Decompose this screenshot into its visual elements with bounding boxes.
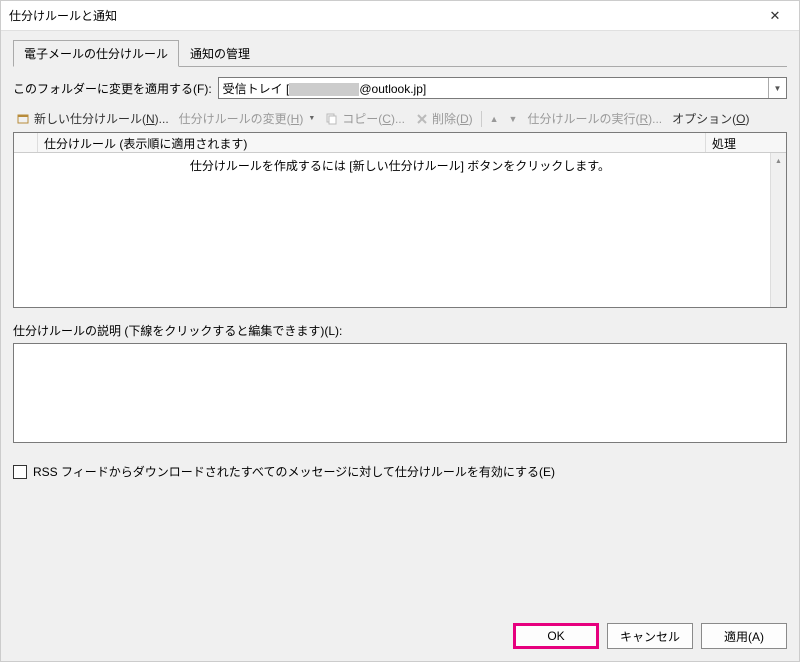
tab-bar: 電子メールの仕分けルール 通知の管理	[13, 39, 787, 67]
tab-label: 電子メールの仕分けルール	[24, 47, 168, 61]
change-rule-label: 仕分けルールの変更(H)	[179, 110, 304, 127]
rules-list: 仕分けルール (表示順に適用されます) 処理 仕分けルールを作成するには [新し…	[13, 132, 787, 308]
triangle-up-icon: ▲	[490, 114, 499, 124]
title-bar: 仕分けルールと通知 ✕	[1, 1, 799, 31]
chevron-down-icon[interactable]: ▼	[768, 78, 786, 98]
footer: OK キャンセル 適用(A)	[13, 531, 787, 649]
tab-notifications[interactable]: 通知の管理	[179, 40, 261, 67]
column-action[interactable]: 処理	[706, 133, 786, 152]
rss-row: RSS フィードからダウンロードされたすべてのメッセージに対して仕分けルールを有…	[13, 463, 787, 480]
ok-button[interactable]: OK	[513, 623, 599, 649]
cancel-button[interactable]: キャンセル	[607, 623, 693, 649]
chevron-down-icon: ▼	[308, 115, 315, 122]
delete-button: 削除(D)	[411, 107, 477, 130]
apply-button[interactable]: 適用(A)	[701, 623, 787, 649]
run-rules-button: 仕分けルールの実行(R)...	[523, 107, 666, 130]
triangle-down-icon: ▼	[509, 114, 518, 124]
toolbar-separator	[481, 111, 482, 127]
redacted-email	[289, 83, 359, 96]
folder-dropdown[interactable]: 受信トレイ [@outlook.jp] ▼	[218, 77, 787, 99]
close-icon: ✕	[770, 8, 781, 24]
new-rule-button[interactable]: 新しい仕分けルール(N)...	[13, 107, 173, 130]
new-rule-icon	[17, 112, 31, 126]
tab-email-rules[interactable]: 電子メールの仕分けルール	[13, 40, 179, 67]
copy-label: コピー(C)...	[342, 110, 405, 127]
close-button[interactable]: ✕	[755, 3, 795, 29]
rss-label[interactable]: RSS フィードからダウンロードされたすべてのメッセージに対して仕分けルールを有…	[33, 463, 555, 480]
copy-icon	[325, 112, 339, 126]
description-label: 仕分けルールの説明 (下線をクリックすると編集できます)(L):	[13, 322, 787, 339]
options-button[interactable]: オプション(O)	[668, 107, 753, 130]
copy-button: コピー(C)...	[321, 107, 409, 130]
scroll-up-icon[interactable]: ▲	[771, 153, 786, 169]
new-rule-label: 新しい仕分けルール(N)...	[34, 110, 169, 127]
column-checkbox[interactable]	[14, 133, 38, 152]
delete-label: 削除(D)	[432, 110, 473, 127]
options-label: オプション(O)	[672, 110, 749, 127]
folder-value: 受信トレイ [@outlook.jp]	[223, 80, 427, 97]
list-body: 仕分けルールを作成するには [新しい仕分けルール] ボタンをクリックします。	[14, 153, 786, 307]
change-rule-button: 仕分けルールの変更(H) ▼	[175, 107, 320, 130]
column-rule[interactable]: 仕分けルール (表示順に適用されます)	[38, 133, 706, 152]
move-down-button: ▼	[505, 111, 522, 127]
rules-dialog: 仕分けルールと通知 ✕ 電子メールの仕分けルール 通知の管理 このフォルダーに変…	[0, 0, 800, 662]
empty-message: 仕分けルールを作成するには [新しい仕分けルール] ボタンをクリックします。	[190, 159, 610, 173]
dialog-title: 仕分けルールと通知	[9, 7, 117, 24]
tab-label: 通知の管理	[190, 47, 250, 61]
folder-label: このフォルダーに変更を適用する(F):	[13, 80, 212, 97]
dialog-content: 電子メールの仕分けルール 通知の管理 このフォルダーに変更を適用する(F): 受…	[1, 31, 799, 661]
move-up-button: ▲	[486, 111, 503, 127]
list-header: 仕分けルール (表示順に適用されます) 処理	[14, 133, 786, 153]
toolbar: 新しい仕分けルール(N)... 仕分けルールの変更(H) ▼ コピー(C)...…	[13, 107, 787, 130]
scrollbar[interactable]: ▲	[770, 153, 786, 307]
rss-checkbox[interactable]	[13, 465, 27, 479]
run-rules-label: 仕分けルールの実行(R)...	[527, 110, 662, 127]
description-box[interactable]	[13, 343, 787, 443]
folder-row: このフォルダーに変更を適用する(F): 受信トレイ [@outlook.jp] …	[13, 77, 787, 99]
delete-icon	[415, 112, 429, 126]
